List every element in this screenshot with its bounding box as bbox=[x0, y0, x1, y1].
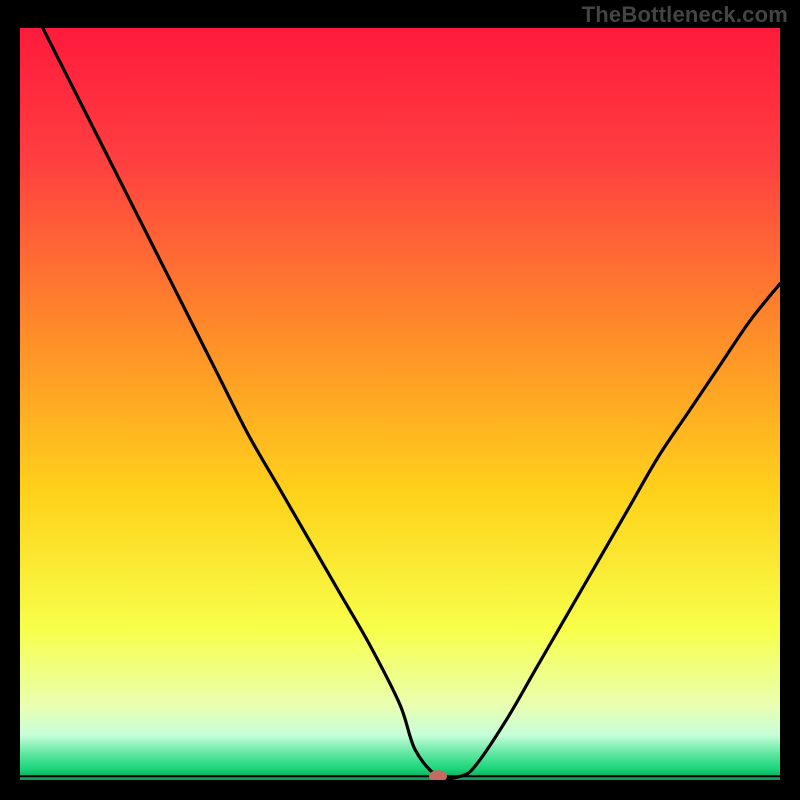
chart-svg bbox=[20, 28, 780, 780]
watermark-text: TheBottleneck.com bbox=[582, 2, 788, 28]
chart-plot-area bbox=[20, 28, 780, 780]
gradient-background bbox=[20, 28, 780, 780]
chart-frame: TheBottleneck.com bbox=[0, 0, 800, 800]
